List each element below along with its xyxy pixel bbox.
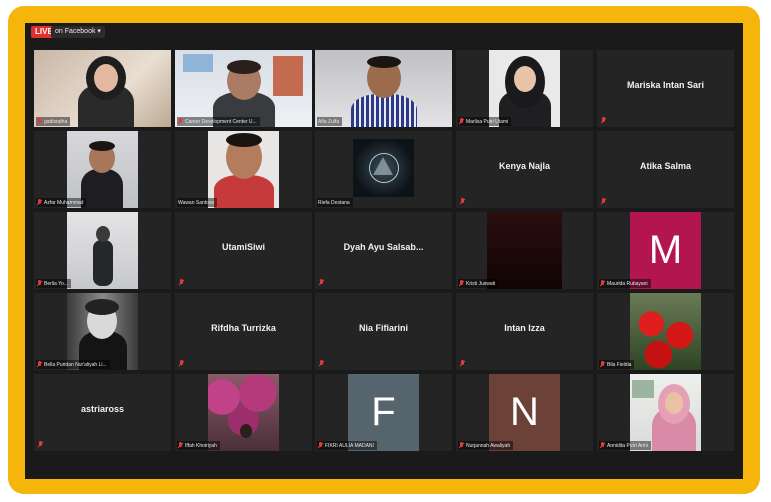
participant-video xyxy=(208,374,279,451)
participant-video xyxy=(487,212,562,289)
participant-name-label: Bila Fieldia xyxy=(599,360,635,369)
participant-tile[interactable]: Annidita Putri Arini xyxy=(597,374,734,451)
muted-mic-icon xyxy=(178,442,183,449)
participant-avatar: F xyxy=(348,374,419,451)
participant-video xyxy=(630,374,701,451)
participant-name-label: Iffah Khoiriyah xyxy=(177,441,220,450)
muted-mic-icon xyxy=(38,441,43,448)
participant-name-label: Annidita Putri Arini xyxy=(599,441,651,450)
participant-name: Kenya Najla xyxy=(498,161,551,171)
participant-tile[interactable]: Azfar Muhammad xyxy=(34,131,171,208)
top-bar: LIVE on Facebook ▾ xyxy=(25,23,743,41)
participant-name: Dyah Ayu Salsab... xyxy=(343,242,424,252)
muted-mic-icon xyxy=(600,442,605,449)
muted-mic-icon xyxy=(460,360,465,367)
participant-tile[interactable]: Rifdha Turrizka xyxy=(175,293,312,370)
participant-name-label: Nurjannah Awaliyah xyxy=(458,441,514,450)
participant-tile[interactable]: Atika Salma xyxy=(597,131,734,208)
participant-tile[interactable]: Dyah Ayu Salsab... xyxy=(315,212,452,289)
participant-name-label: Berlia Yo... xyxy=(36,279,71,288)
participant-name-label: Wawan Santoso xyxy=(177,198,218,207)
participant-name-label: gadisratha xyxy=(36,117,71,126)
participant-name-label: FIKRI AULIA MADANI xyxy=(317,441,377,450)
participant-video xyxy=(34,50,171,127)
participant-video xyxy=(315,50,452,127)
participant-video xyxy=(353,139,414,197)
participant-tile[interactable]: M Maurida Rubayani xyxy=(597,212,734,289)
participant-video xyxy=(489,50,560,127)
participant-tile[interactable]: Kristi Juswati xyxy=(456,212,593,289)
muted-mic-icon xyxy=(318,442,323,449)
participant-tile[interactable]: Wawan Santoso xyxy=(175,131,312,208)
muted-mic-icon xyxy=(459,442,464,449)
participant-name-label: Maurida Rubayani xyxy=(599,279,651,288)
muted-mic-icon xyxy=(600,280,605,287)
participant-tile[interactable]: Bila Fieldia xyxy=(597,293,734,370)
participant-video xyxy=(630,293,701,370)
participant-tile[interactable]: Mariska Intan Sari xyxy=(597,50,734,127)
participant-avatar: M xyxy=(630,212,701,289)
participant-tile[interactable]: Career Development Center U... xyxy=(175,50,312,127)
muted-mic-icon xyxy=(37,199,42,206)
participant-avatar: N xyxy=(489,374,560,451)
participant-tile[interactable]: Marlisa Putri Utami xyxy=(456,50,593,127)
participant-tile[interactable]: UtamiSiwi xyxy=(175,212,312,289)
participant-tile[interactable]: Nia Fifiarini xyxy=(315,293,452,370)
participant-name: Rifdha Turrizka xyxy=(211,323,276,333)
muted-mic-icon xyxy=(459,118,464,125)
muted-mic-icon xyxy=(178,118,183,125)
participant-tile[interactable]: Intan Izza xyxy=(456,293,593,370)
participant-tile[interactable]: Kenya Najla xyxy=(456,131,593,208)
participant-name-label: Career Development Center U... xyxy=(177,117,260,126)
participant-tile[interactable]: F FIKRI AULIA MADANI xyxy=(315,374,452,451)
participant-video xyxy=(67,212,138,289)
muted-mic-icon xyxy=(319,360,324,367)
muted-mic-icon xyxy=(459,280,464,287)
muted-mic-icon xyxy=(460,198,465,205)
participant-name: Nia Fifiarini xyxy=(358,323,408,333)
participant-video xyxy=(175,50,312,127)
participant-name-label: Kristi Juswati xyxy=(458,279,499,288)
participant-video xyxy=(67,293,138,370)
muted-mic-icon xyxy=(179,279,184,286)
muted-mic-icon xyxy=(37,361,42,368)
participant-tile[interactable]: astriaross xyxy=(34,374,171,451)
muted-mic-icon xyxy=(179,360,184,367)
muted-mic-icon xyxy=(319,279,324,286)
participant-video xyxy=(208,131,279,208)
participant-name: Atika Salma xyxy=(639,161,692,171)
participant-name: Intan Izza xyxy=(504,323,545,333)
participant-name-label: Riefa Destana xyxy=(317,198,353,207)
live-on-facebook-dropdown[interactable]: on Facebook ▾ xyxy=(51,26,105,38)
participant-name-label: Azfar Muhammad xyxy=(36,198,87,207)
participant-tile[interactable]: N Nurjannah Awaliyah xyxy=(456,374,593,451)
participant-name-label: Alfa Zulfa xyxy=(317,117,343,126)
participant-name-label: Bella Puridan Nur'aliyah Li... xyxy=(36,360,110,369)
participant-tile[interactable]: Bella Puridan Nur'aliyah Li... xyxy=(34,293,171,370)
muted-mic-icon xyxy=(601,117,606,124)
muted-mic-icon xyxy=(601,198,606,205)
participant-name: UtamiSiwi xyxy=(221,242,265,252)
participant-name: Mariska Intan Sari xyxy=(626,80,705,90)
muted-mic-icon xyxy=(600,361,605,368)
participant-video xyxy=(67,131,138,208)
gallery-grid: gadisratha Career Development Center U..… xyxy=(34,50,734,451)
participant-name: astriaross xyxy=(80,404,125,414)
participant-tile[interactable]: Berlia Yo... xyxy=(34,212,171,289)
meeting-window: LIVE on Facebook ▾ gadisratha Career Dev… xyxy=(25,23,743,479)
participant-tile[interactable]: Riefa Destana xyxy=(315,131,452,208)
muted-mic-icon xyxy=(37,118,42,125)
active-speaker-tile[interactable]: Alfa Zulfa xyxy=(315,50,452,127)
participant-name-label: Marlisa Putri Utami xyxy=(458,117,512,126)
participant-tile[interactable]: Iffah Khoiriyah xyxy=(175,374,312,451)
muted-mic-icon xyxy=(37,280,42,287)
participant-tile[interactable]: gadisratha xyxy=(34,50,171,127)
